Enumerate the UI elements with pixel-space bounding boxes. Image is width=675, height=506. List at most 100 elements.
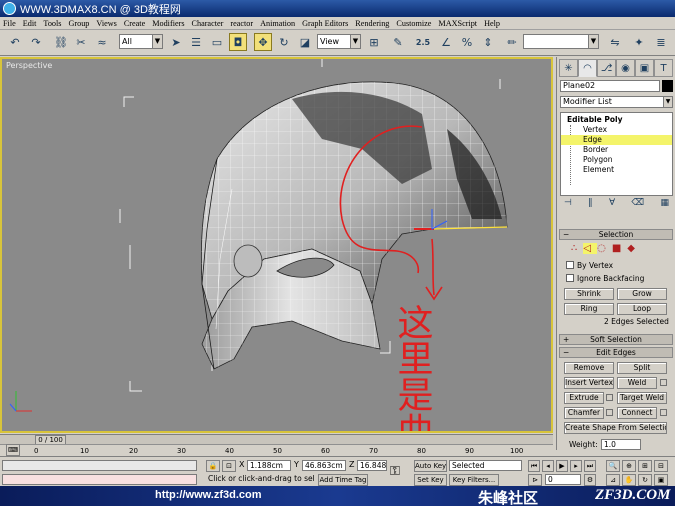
split-button[interactable]: Split xyxy=(617,362,667,374)
zoom-extents-icon[interactable]: ⊞ xyxy=(638,460,652,472)
connect-button[interactable]: Connect xyxy=(617,407,657,419)
rect-selection-icon[interactable]: ▭ xyxy=(208,33,226,51)
lock-selection-icon[interactable]: 🔒 xyxy=(206,460,220,472)
border-mode-icon[interactable]: ◌ xyxy=(597,243,612,254)
chamfer-settings-icon[interactable] xyxy=(606,409,613,416)
hierarchy-tab-icon[interactable]: ⎇ xyxy=(597,59,616,77)
menu-rendering[interactable]: Rendering xyxy=(355,19,389,28)
go-to-end-icon[interactable]: ⏭ xyxy=(584,460,596,472)
shrink-button[interactable]: Shrink xyxy=(564,288,614,300)
maxscript-input[interactable] xyxy=(2,474,197,485)
extrude-settings-icon[interactable] xyxy=(606,394,613,401)
arc-rotate-icon[interactable]: ↻ xyxy=(638,474,652,486)
z-coord-input[interactable]: 16.848c xyxy=(357,460,387,471)
add-time-tag-button[interactable]: Add Time Tag xyxy=(318,474,368,486)
mirror-icon[interactable]: ⇋ xyxy=(606,33,624,51)
zoom-extents-all-icon[interactable]: ⊟ xyxy=(654,460,668,472)
extrude-button[interactable]: Extrude xyxy=(564,392,604,404)
window-crossing-icon[interactable]: ◘ xyxy=(229,33,247,51)
menu-views[interactable]: Views xyxy=(96,19,116,28)
edit-edges-rollout-header[interactable]: − Edit Edges xyxy=(559,347,673,358)
menu-animation[interactable]: Animation xyxy=(260,19,295,28)
mini-curve-editor-icon[interactable]: ⌨ xyxy=(6,444,20,456)
auto-key-button[interactable]: Auto Key xyxy=(414,460,447,472)
maximize-viewport-icon[interactable]: ▣ xyxy=(654,474,668,486)
undo-icon[interactable]: ↶ xyxy=(6,33,24,51)
ring-button[interactable]: Ring xyxy=(564,303,614,315)
utilities-tab-icon[interactable]: T xyxy=(654,59,673,77)
time-slider-bar[interactable]: 0 / 100 xyxy=(0,434,553,445)
configure-sets-icon[interactable]: ▦ xyxy=(660,198,669,212)
object-color-swatch[interactable] xyxy=(662,80,673,92)
named-selection-icon[interactable]: ✏ xyxy=(503,33,521,51)
show-end-result-icon[interactable]: ‖ xyxy=(588,198,593,212)
unlink-icon[interactable]: ✂ xyxy=(72,33,90,51)
selection-rollout-header[interactable]: − Selection xyxy=(559,229,673,240)
object-name-field[interactable]: Plane02 xyxy=(560,80,660,92)
select-by-name-icon[interactable]: ☰ xyxy=(187,33,205,51)
insert-vertex-button[interactable]: Insert Vertex xyxy=(564,377,614,389)
layer-manager-icon[interactable]: ≣ xyxy=(652,33,670,51)
zoom-all-icon[interactable]: ⊕ xyxy=(622,460,636,472)
maxscript-listener[interactable] xyxy=(2,460,197,471)
pivot-center-icon[interactable]: ⊞ xyxy=(365,33,383,51)
select-object-icon[interactable]: ➤ xyxy=(167,33,185,51)
by-vertex-checkbox[interactable]: By Vertex xyxy=(566,261,613,270)
x-coord-input[interactable]: 1.188cm xyxy=(247,460,291,471)
menu-modifiers[interactable]: Modifiers xyxy=(152,19,184,28)
align-icon[interactable]: ✦ xyxy=(630,33,648,51)
modify-tab-icon[interactable]: ◠ xyxy=(578,59,597,77)
rotate-icon[interactable]: ↻ xyxy=(275,33,293,51)
menu-edit[interactable]: Edit xyxy=(23,19,37,28)
vertex-mode-icon[interactable]: ∴ xyxy=(571,243,583,254)
set-key-button[interactable]: Set Key xyxy=(414,474,447,486)
element-mode-icon[interactable]: ◆ xyxy=(627,243,641,254)
key-filters-button[interactable]: Key Filters... xyxy=(449,474,499,486)
snap-toggle-icon[interactable]: 2.5 xyxy=(414,33,432,51)
move-icon[interactable]: ✥ xyxy=(254,33,272,51)
connect-settings-icon[interactable] xyxy=(660,409,667,416)
next-frame-icon[interactable]: ▸ xyxy=(570,460,582,472)
percent-snap-icon[interactable]: % xyxy=(458,33,476,51)
track-bar[interactable]: ⌨ 0 10 20 30 40 50 60 70 80 90 100 xyxy=(0,444,553,456)
pin-stack-icon[interactable]: ⊣ xyxy=(564,198,572,212)
website-url[interactable]: http://www.zf3d.com xyxy=(155,489,262,501)
stack-border[interactable]: Border xyxy=(561,145,672,155)
weld-button[interactable]: Weld xyxy=(617,377,657,389)
stack-vertex[interactable]: Vertex xyxy=(561,125,672,135)
loop-button[interactable]: Loop xyxy=(617,303,667,315)
menu-graph-editors[interactable]: Graph Editors xyxy=(302,19,348,28)
polygon-mode-icon[interactable]: ■ xyxy=(612,243,627,254)
y-coord-input[interactable]: 46.863cm xyxy=(302,460,346,471)
reference-coord-dropdown[interactable]: View ▼ xyxy=(317,34,361,49)
pan-icon[interactable]: ✋ xyxy=(622,474,636,486)
redo-icon[interactable]: ↷ xyxy=(27,33,45,51)
create-shape-button[interactable]: Create Shape From Selection xyxy=(564,422,667,434)
modifier-list-dropdown[interactable]: Modifier List ▼ xyxy=(560,96,673,108)
ignore-backfacing-checkbox[interactable]: Ignore Backfacing xyxy=(566,274,644,283)
soft-selection-rollout-header[interactable]: + Soft Selection xyxy=(559,334,673,345)
bind-space-warp-icon[interactable]: ≈ xyxy=(93,33,111,51)
named-selection-sets-dropdown[interactable]: ▼ xyxy=(523,34,599,49)
field-of-view-icon[interactable]: ⊿ xyxy=(606,474,620,486)
weld-settings-icon[interactable] xyxy=(660,379,667,386)
menu-help[interactable]: Help xyxy=(484,19,500,28)
stack-element[interactable]: Element xyxy=(561,165,672,175)
stack-editable-poly[interactable]: Editable Poly xyxy=(561,115,672,125)
motion-tab-icon[interactable]: ◉ xyxy=(616,59,635,77)
remove-modifier-icon[interactable]: ⌫ xyxy=(631,198,644,212)
target-weld-button[interactable]: Target Weld xyxy=(617,392,667,404)
perspective-viewport[interactable]: Perspective 这里是曲线补 xyxy=(0,57,553,433)
spinner-snap-icon[interactable]: ⇕ xyxy=(479,33,497,51)
set-key-icon[interactable]: ⚿ xyxy=(390,464,400,479)
previous-frame-icon[interactable]: ◂ xyxy=(542,460,554,472)
play-icon[interactable]: ▶ xyxy=(556,460,568,472)
scale-icon[interactable]: ◪ xyxy=(296,33,314,51)
create-tab-icon[interactable]: ✳ xyxy=(559,59,578,77)
menu-customize[interactable]: Customize xyxy=(396,19,431,28)
stack-polygon[interactable]: Polygon xyxy=(561,155,672,165)
menu-reactor[interactable]: reactor xyxy=(230,19,253,28)
remove-button[interactable]: Remove xyxy=(564,362,614,374)
menu-character[interactable]: Character xyxy=(192,19,224,28)
menu-create[interactable]: Create xyxy=(124,19,145,28)
